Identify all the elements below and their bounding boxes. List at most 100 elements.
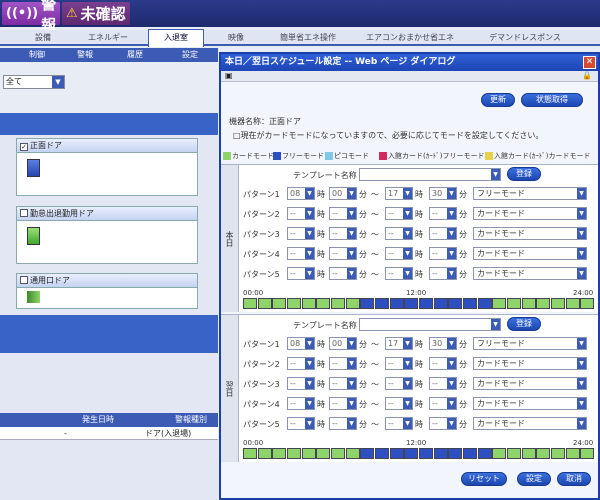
start-minute-select[interactable]: -- ▼ xyxy=(329,247,357,260)
chevron-down-icon[interactable]: ▼ xyxy=(347,398,356,409)
unconfirmed-badge[interactable]: ⚠ 未確認 xyxy=(62,2,130,25)
start-hour-select[interactable]: -- ▼ xyxy=(287,377,315,390)
chevron-down-icon[interactable]: ▼ xyxy=(491,169,500,180)
start-hour-select[interactable]: -- ▼ xyxy=(287,417,315,430)
chevron-down-icon[interactable]: ▼ xyxy=(52,76,64,88)
chevron-down-icon[interactable]: ▼ xyxy=(577,248,586,259)
start-minute-select[interactable]: -- ▼ xyxy=(329,397,357,410)
chevron-down-icon[interactable]: ▼ xyxy=(347,418,356,429)
mode-select[interactable]: カードモード ▼ xyxy=(473,247,587,260)
template-select[interactable]: ▼ xyxy=(359,318,501,331)
subtab-settings[interactable]: 設定 xyxy=(170,48,210,62)
tab-energy[interactable]: エネルギー xyxy=(78,30,138,46)
chevron-down-icon[interactable]: ▼ xyxy=(305,268,314,279)
chevron-down-icon[interactable]: ▼ xyxy=(447,208,456,219)
tab-demand-response[interactable]: デマンドレスポンス xyxy=(470,30,580,46)
mode-select[interactable]: カードモード ▼ xyxy=(473,377,587,390)
end-hour-select[interactable]: -- ▼ xyxy=(385,397,413,410)
alarm-badge[interactable]: ((•)) 警報 xyxy=(2,0,60,34)
subtab-history[interactable]: 履歴 xyxy=(118,48,152,62)
chevron-down-icon[interactable]: ▼ xyxy=(347,228,356,239)
start-minute-select[interactable]: 00 ▼ xyxy=(329,337,357,350)
chevron-down-icon[interactable]: ▼ xyxy=(577,268,586,279)
chevron-down-icon[interactable]: ▼ xyxy=(447,228,456,239)
end-hour-select[interactable]: -- ▼ xyxy=(385,357,413,370)
table-row[interactable]: - ドア(入退場) xyxy=(0,427,218,440)
chevron-down-icon[interactable]: ▼ xyxy=(403,268,412,279)
mode-select[interactable]: カードモード ▼ xyxy=(473,357,587,370)
chevron-down-icon[interactable]: ▼ xyxy=(403,398,412,409)
chevron-down-icon[interactable]: ▼ xyxy=(403,338,412,349)
chevron-down-icon[interactable]: ▼ xyxy=(347,188,356,199)
start-minute-select[interactable]: -- ▼ xyxy=(329,357,357,370)
template-select[interactable]: ▼ xyxy=(359,168,501,181)
start-minute-select[interactable]: -- ▼ xyxy=(329,417,357,430)
subtab-control[interactable]: 制御 xyxy=(20,48,54,62)
chevron-down-icon[interactable]: ▼ xyxy=(403,418,412,429)
end-minute-select[interactable]: -- ▼ xyxy=(429,267,457,280)
mode-select[interactable]: フリーモード ▼ xyxy=(473,187,587,200)
end-minute-select[interactable]: 30 ▼ xyxy=(429,187,457,200)
subtab-alarm[interactable]: 警報 xyxy=(68,48,102,62)
end-minute-select[interactable]: -- ▼ xyxy=(429,417,457,430)
checkbox[interactable] xyxy=(20,209,28,217)
chevron-down-icon[interactable]: ▼ xyxy=(347,208,356,219)
chevron-down-icon[interactable]: ▼ xyxy=(447,378,456,389)
end-minute-select[interactable]: -- ▼ xyxy=(429,207,457,220)
chevron-down-icon[interactable]: ▼ xyxy=(447,358,456,369)
chevron-down-icon[interactable]: ▼ xyxy=(305,398,314,409)
start-minute-select[interactable]: 00 ▼ xyxy=(329,187,357,200)
chevron-down-icon[interactable]: ▼ xyxy=(305,228,314,239)
close-button[interactable]: ✕ xyxy=(583,56,596,69)
end-minute-select[interactable]: -- ▼ xyxy=(429,357,457,370)
start-hour-select[interactable]: 08 ▼ xyxy=(287,337,315,350)
end-minute-select[interactable]: -- ▼ xyxy=(429,377,457,390)
end-hour-select[interactable]: 17 ▼ xyxy=(385,337,413,350)
chevron-down-icon[interactable]: ▼ xyxy=(403,208,412,219)
chevron-down-icon[interactable]: ▼ xyxy=(305,418,314,429)
chevron-down-icon[interactable]: ▼ xyxy=(491,319,500,330)
chevron-down-icon[interactable]: ▼ xyxy=(447,418,456,429)
chevron-down-icon[interactable]: ▼ xyxy=(347,378,356,389)
checkbox[interactable] xyxy=(20,276,28,284)
start-hour-select[interactable]: -- ▼ xyxy=(287,357,315,370)
device-group-service-door[interactable]: 通用口ドア xyxy=(16,273,198,309)
chevron-down-icon[interactable]: ▼ xyxy=(403,378,412,389)
start-hour-select[interactable]: -- ▼ xyxy=(287,227,315,240)
chevron-down-icon[interactable]: ▼ xyxy=(305,248,314,259)
end-hour-select[interactable]: -- ▼ xyxy=(385,207,413,220)
chevron-down-icon[interactable]: ▼ xyxy=(447,268,456,279)
chevron-down-icon[interactable]: ▼ xyxy=(347,358,356,369)
get-status-button[interactable]: 状態取得 xyxy=(521,93,583,107)
tab-equipment[interactable]: 設備 xyxy=(18,30,68,46)
register-button[interactable]: 登録 xyxy=(507,167,541,181)
end-hour-select[interactable]: -- ▼ xyxy=(385,227,413,240)
chevron-down-icon[interactable]: ▼ xyxy=(577,208,586,219)
start-minute-select[interactable]: -- ▼ xyxy=(329,267,357,280)
chevron-down-icon[interactable]: ▼ xyxy=(577,188,586,199)
end-minute-select[interactable]: 30 ▼ xyxy=(429,337,457,350)
mode-select[interactable]: カードモード ▼ xyxy=(473,267,587,280)
chevron-down-icon[interactable]: ▼ xyxy=(403,228,412,239)
door-icon[interactable] xyxy=(27,159,40,177)
reset-button[interactable]: リセット xyxy=(461,472,507,486)
end-hour-select[interactable]: -- ▼ xyxy=(385,267,413,280)
tab-video[interactable]: 映像 xyxy=(214,30,258,46)
start-hour-select[interactable]: -- ▼ xyxy=(287,397,315,410)
chevron-down-icon[interactable]: ▼ xyxy=(305,378,314,389)
end-hour-select[interactable]: 17 ▼ xyxy=(385,187,413,200)
chevron-down-icon[interactable]: ▼ xyxy=(447,398,456,409)
cancel-button[interactable]: 取消 xyxy=(557,472,591,486)
filter-select[interactable]: 全て ▼ xyxy=(3,75,65,89)
end-minute-select[interactable]: -- ▼ xyxy=(429,247,457,260)
chevron-down-icon[interactable]: ▼ xyxy=(447,188,456,199)
chevron-down-icon[interactable]: ▼ xyxy=(403,248,412,259)
chevron-down-icon[interactable]: ▼ xyxy=(577,338,586,349)
door-open-icon[interactable] xyxy=(27,291,40,303)
device-group-attendance-door[interactable]: 勤怠出退勤用ドア xyxy=(16,206,198,264)
start-hour-select[interactable]: -- ▼ xyxy=(287,207,315,220)
start-minute-select[interactable]: -- ▼ xyxy=(329,377,357,390)
chevron-down-icon[interactable]: ▼ xyxy=(347,248,356,259)
start-hour-select[interactable]: 08 ▼ xyxy=(287,187,315,200)
mode-select[interactable]: カードモード ▼ xyxy=(473,417,587,430)
